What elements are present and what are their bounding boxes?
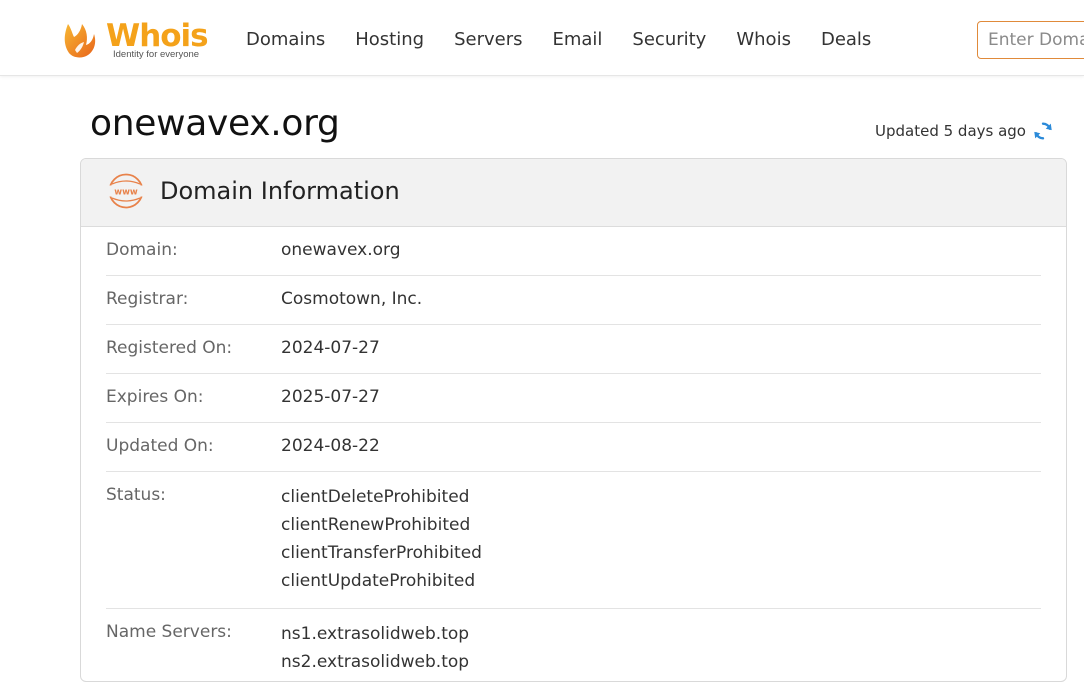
nav-domains[interactable]: Domains: [246, 26, 325, 54]
nav-whois[interactable]: Whois: [736, 26, 791, 54]
card-header: www Domain Information: [81, 159, 1066, 227]
row-expires-on: Expires On: 2025-07-27: [106, 374, 1041, 423]
domain-value: onewavex.org: [281, 240, 401, 260]
status-values: clientDeleteProhibited clientRenewProhib…: [281, 483, 482, 595]
name-server-item: ns2.extrasolidweb.top: [281, 652, 470, 672]
registered-on-value: 2024-07-27: [281, 338, 380, 358]
row-label: Domain:: [106, 240, 178, 260]
whois-logo[interactable]: Whois Identity for everyone: [60, 18, 220, 64]
info-rows: Domain: onewavex.org Registrar: Cosmotow…: [106, 227, 1041, 681]
row-name-servers: Name Servers: ns1.extrasolidweb.top ns2.…: [106, 609, 1041, 681]
domain-search-input[interactable]: [977, 21, 1084, 59]
row-registrar: Registrar: Cosmotown, Inc.: [106, 276, 1041, 325]
registrar-value: Cosmotown, Inc.: [281, 289, 423, 309]
www-globe-icon: www: [108, 173, 144, 209]
last-updated: Updated 5 days ago: [875, 119, 1054, 143]
nav-email[interactable]: Email: [552, 26, 602, 54]
updated-on-value: 2024-08-22: [281, 436, 380, 456]
nav-servers[interactable]: Servers: [454, 26, 522, 54]
row-label: Updated On:: [106, 436, 214, 456]
row-label: Name Servers:: [106, 622, 232, 642]
row-label: Status:: [106, 485, 166, 505]
row-registered-on: Registered On: 2024-07-27: [106, 325, 1041, 374]
status-item: clientTransferProhibited: [281, 543, 482, 563]
row-label: Registrar:: [106, 289, 189, 309]
page-title: onewavex.org: [90, 103, 340, 144]
refresh-icon[interactable]: [1032, 120, 1054, 142]
status-item: clientDeleteProhibited: [281, 487, 470, 507]
row-label: Registered On:: [106, 338, 233, 358]
main-nav: Domains Hosting Servers Email Security W…: [246, 26, 901, 54]
updated-text: Updated 5 days ago: [875, 122, 1026, 140]
nav-security[interactable]: Security: [632, 26, 706, 54]
svg-text:www: www: [114, 187, 138, 197]
card-title: Domain Information: [160, 177, 400, 205]
expires-on-value: 2025-07-27: [281, 387, 380, 407]
nav-deals[interactable]: Deals: [821, 26, 871, 54]
site-header: Whois Identity for everyone Domains Host…: [0, 0, 1084, 76]
status-item: clientRenewProhibited: [281, 515, 471, 535]
row-domain: Domain: onewavex.org: [106, 227, 1041, 276]
logo-tagline: Identity for everyone: [113, 49, 200, 60]
nav-hosting[interactable]: Hosting: [355, 26, 424, 54]
flame-logo-icon: [64, 24, 96, 58]
row-updated-on: Updated On: 2024-08-22: [106, 423, 1041, 472]
status-item: clientUpdateProhibited: [281, 571, 476, 591]
row-status: Status: clientDeleteProhibited clientRen…: [106, 472, 1041, 609]
row-label: Expires On:: [106, 387, 204, 407]
domain-information-card: www Domain Information Domain: onewavex.…: [80, 158, 1067, 682]
name-server-values: ns1.extrasolidweb.top ns2.extrasolidweb.…: [281, 620, 469, 676]
name-server-item: ns1.extrasolidweb.top: [281, 624, 470, 644]
